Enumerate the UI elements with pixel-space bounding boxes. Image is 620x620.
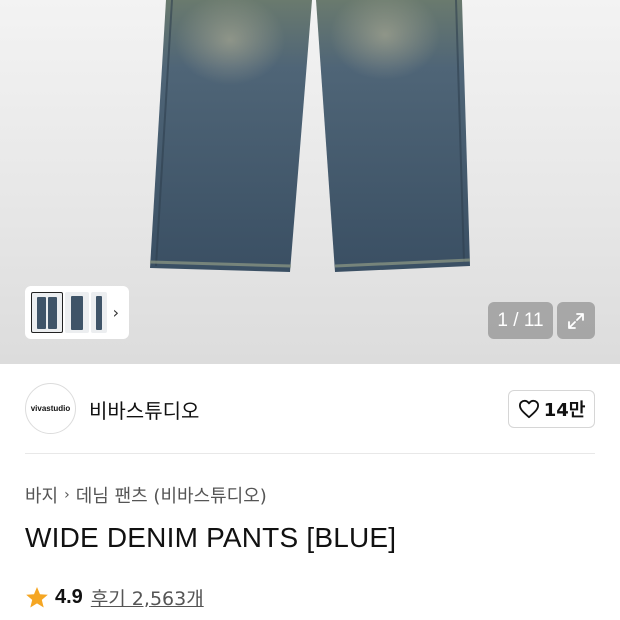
brand-row: vivastudio 비바스튜디오 14만 [25,383,595,435]
review-count-link[interactable]: 후기 2,563개 [91,584,204,611]
brand-logo[interactable]: vivastudio [25,383,76,434]
like-count: 14만 [543,400,586,421]
product-image-gallery[interactable]: › 1 / 11 [0,0,620,364]
image-pager: 1 / 11 [488,302,553,339]
thumbnail-strip[interactable]: › [25,286,129,339]
like-button[interactable]: 14만 [508,390,595,428]
thumbnail-2[interactable] [65,292,89,333]
divider [25,453,595,454]
breadcrumb-item-denim-pants[interactable]: 데님 팬츠 (비바스튜디오) [76,482,267,508]
heart-outline-icon [518,399,539,419]
chevron-right-icon: › [64,487,70,503]
star-icon [26,587,48,608]
breadcrumb-item-pants[interactable]: 바지 [25,482,58,508]
chevron-right-icon[interactable]: › [113,303,123,322]
rating-row: 4.9 후기 2,563개 [25,584,204,611]
rating-value: 4.9 [55,586,83,608]
thumbnail-1[interactable] [31,292,63,333]
brand-name[interactable]: 비바스튜디오 [89,395,199,424]
expand-icon [568,312,584,329]
breadcrumb: 바지 › 데님 팬츠 (비바스튜디오) [25,482,267,508]
expand-button[interactable] [557,302,595,339]
thumbnail-3[interactable] [91,292,107,333]
product-title: WIDE DENIM PANTS [BLUE] [25,522,397,553]
